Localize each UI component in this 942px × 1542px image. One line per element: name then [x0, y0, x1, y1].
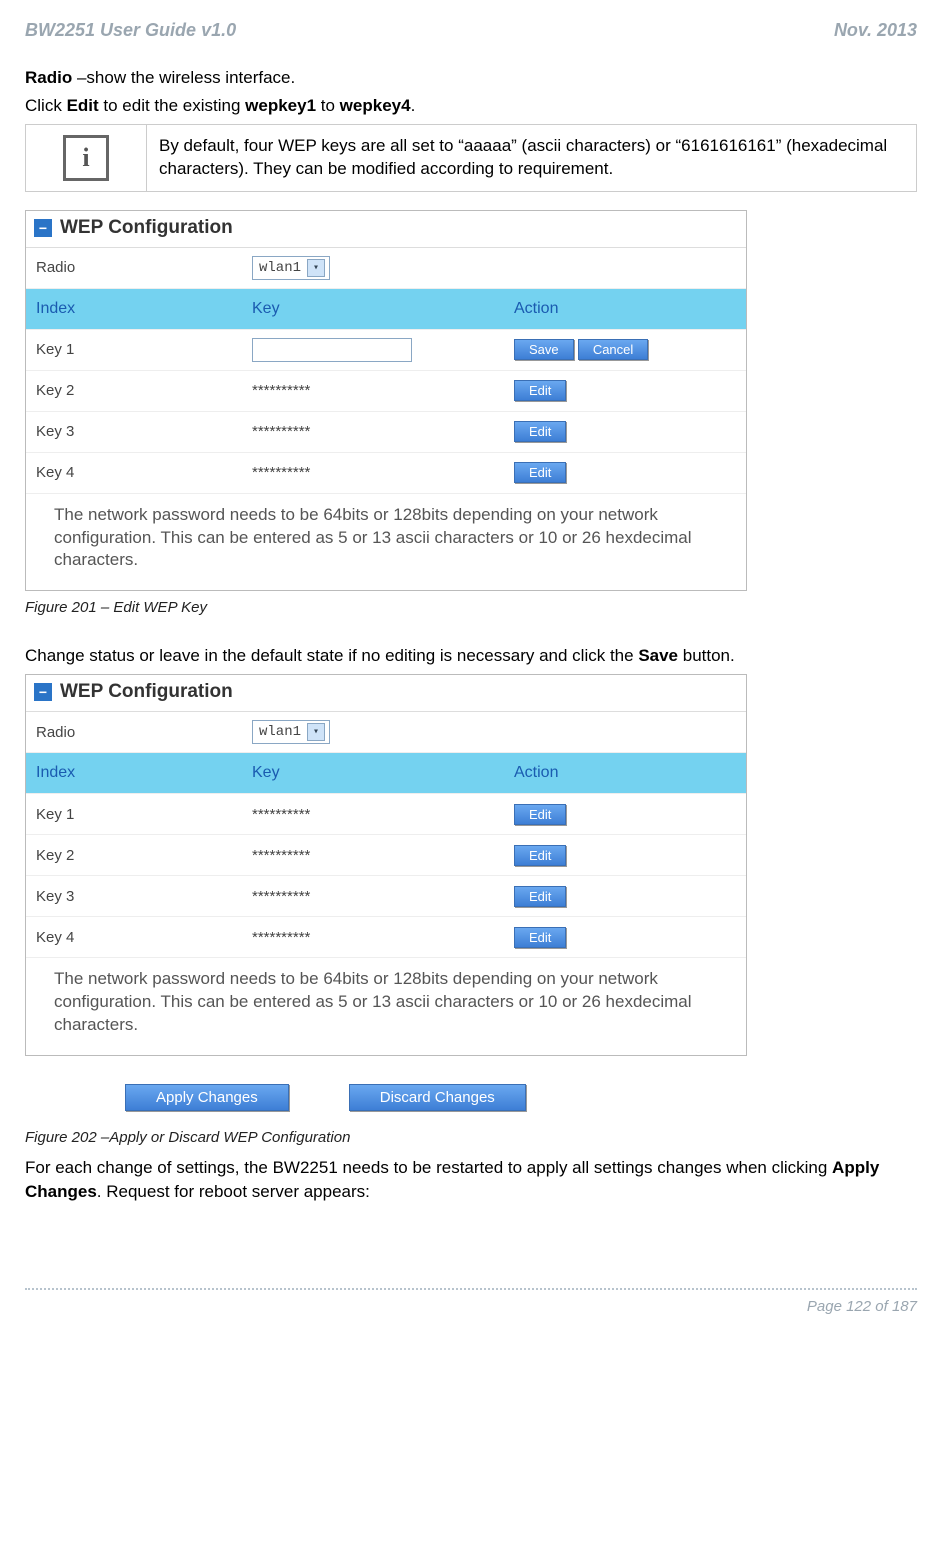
- edit-button[interactable]: Edit: [514, 845, 566, 866]
- key-value: **********: [246, 921, 508, 954]
- key-label: Key 1: [26, 333, 246, 366]
- intro-edit-bold: Edit: [67, 96, 99, 115]
- radio-row: Radio wlan1 ▾: [26, 248, 746, 289]
- col-index: Index: [26, 292, 246, 326]
- collapse-icon[interactable]: −: [34, 219, 52, 237]
- table-row: Key 1 ********** Edit: [26, 794, 746, 835]
- outro-pre: For each change of settings, the BW2251 …: [25, 1158, 832, 1177]
- key-label: Key 2: [26, 839, 246, 872]
- table-row: Key 4 ********** Edit: [26, 453, 746, 494]
- intro-radio-label: Radio: [25, 68, 72, 87]
- panel-title-row: − WEP Configuration: [26, 211, 746, 248]
- radio-select[interactable]: wlan1 ▾: [252, 256, 330, 280]
- col-key: Key: [246, 292, 508, 326]
- panel-note: The network password needs to be 64bits …: [26, 958, 746, 1055]
- radio-value: wlan1: [259, 724, 301, 740]
- mid-text-pre: Change status or leave in the default st…: [25, 646, 638, 665]
- header-left: BW2251 User Guide v1.0: [25, 20, 236, 41]
- note-text: By default, four WEP keys are all set to…: [147, 124, 917, 191]
- radio-value: wlan1: [259, 260, 301, 276]
- note-box: i By default, four WEP keys are all set …: [25, 124, 917, 192]
- intro-line2-end: .: [411, 96, 416, 115]
- mid-text-bold: Save: [638, 646, 678, 665]
- key-value: **********: [246, 415, 508, 448]
- key-label: Key 3: [26, 880, 246, 913]
- key1-input[interactable]: [252, 338, 412, 362]
- radio-select-cell: wlan1 ▾: [246, 248, 508, 288]
- key-label: Key 4: [26, 921, 246, 954]
- page-footer: Page 122 of 187: [0, 1294, 942, 1329]
- table-row: Key 2 ********** Edit: [26, 371, 746, 412]
- table-header-row: Index Key Action: [26, 753, 746, 794]
- radio-select[interactable]: wlan1 ▾: [252, 720, 330, 744]
- mid-text: Change status or leave in the default st…: [25, 644, 917, 668]
- save-button[interactable]: Save: [514, 339, 574, 360]
- panel-title: WEP Configuration: [60, 217, 233, 239]
- intro-line2-mid2: to: [316, 96, 340, 115]
- intro-line2-mid: to edit the existing: [99, 96, 245, 115]
- edit-button[interactable]: Edit: [514, 462, 566, 483]
- outro-text: For each change of settings, the BW2251 …: [25, 1156, 917, 1204]
- chevron-down-icon: ▾: [307, 259, 325, 277]
- discard-changes-button[interactable]: Discard Changes: [349, 1084, 526, 1111]
- radio-select-cell: wlan1 ▾: [246, 712, 508, 752]
- intro-line1-rest: –show the wireless interface.: [72, 68, 295, 87]
- table-row: Key 3 ********** Edit: [26, 412, 746, 453]
- key-value: **********: [246, 456, 508, 489]
- info-icon: i: [63, 135, 109, 181]
- page-header: BW2251 User Guide v1.0 Nov. 2013: [25, 20, 917, 41]
- panel-title: WEP Configuration: [60, 681, 233, 703]
- collapse-icon[interactable]: −: [34, 683, 52, 701]
- col-key: Key: [246, 756, 508, 790]
- mid-text-end: button.: [678, 646, 735, 665]
- edit-button[interactable]: Edit: [514, 380, 566, 401]
- radio-label: Radio: [26, 716, 246, 749]
- header-right: Nov. 2013: [834, 20, 917, 41]
- cancel-button[interactable]: Cancel: [578, 339, 648, 360]
- apply-discard-bar: Apply Changes Discard Changes: [25, 1056, 917, 1121]
- chevron-down-icon: ▾: [307, 723, 325, 741]
- panel-title-row: − WEP Configuration: [26, 675, 746, 712]
- panel-note: The network password needs to be 64bits …: [26, 494, 746, 591]
- table-header-row: Index Key Action: [26, 289, 746, 330]
- key-value: **********: [246, 839, 508, 872]
- radio-label: Radio: [26, 251, 246, 284]
- wep-panel-1: − WEP Configuration Radio wlan1 ▾ Index …: [25, 210, 747, 592]
- col-action: Action: [508, 756, 746, 790]
- radio-row: Radio wlan1 ▾: [26, 712, 746, 753]
- key-value: **********: [246, 880, 508, 913]
- table-row: Key 2 ********** Edit: [26, 835, 746, 876]
- col-action: Action: [508, 292, 746, 326]
- edit-button[interactable]: Edit: [514, 927, 566, 948]
- key-label: Key 2: [26, 374, 246, 407]
- intro-wepkey4-bold: wepkey4: [340, 96, 411, 115]
- apply-changes-button[interactable]: Apply Changes: [125, 1084, 289, 1111]
- wep-panel-2: − WEP Configuration Radio wlan1 ▾ Index …: [25, 674, 747, 1056]
- footer-divider: [25, 1288, 917, 1290]
- key-label: Key 1: [26, 798, 246, 831]
- table-row: Key 4 ********** Edit: [26, 917, 746, 958]
- outro-end: . Request for reboot server appears:: [97, 1182, 370, 1201]
- col-index: Index: [26, 756, 246, 790]
- key-label: Key 3: [26, 415, 246, 448]
- key-value: **********: [246, 374, 508, 407]
- note-icon-cell: i: [26, 124, 147, 191]
- intro-line1: Radio –show the wireless interface.: [25, 66, 917, 90]
- intro-wepkey1-bold: wepkey1: [245, 96, 316, 115]
- figure-caption-201: Figure 201 – Edit WEP Key: [25, 599, 917, 616]
- intro-line2: Click Edit to edit the existing wepkey1 …: [25, 94, 917, 118]
- table-row: Key 1 Save Cancel: [26, 330, 746, 371]
- key-value: **********: [246, 798, 508, 831]
- edit-button[interactable]: Edit: [514, 421, 566, 442]
- edit-button[interactable]: Edit: [514, 804, 566, 825]
- key-label: Key 4: [26, 456, 246, 489]
- figure-caption-202: Figure 202 –Apply or Discard WEP Configu…: [25, 1129, 917, 1146]
- edit-button[interactable]: Edit: [514, 886, 566, 907]
- intro-line2-pre: Click: [25, 96, 67, 115]
- table-row: Key 3 ********** Edit: [26, 876, 746, 917]
